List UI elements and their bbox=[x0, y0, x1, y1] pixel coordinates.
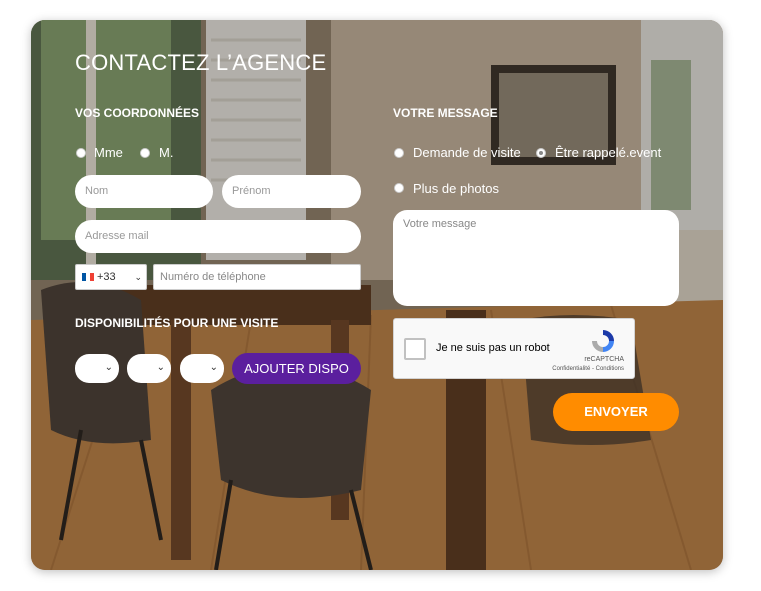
chevron-down-icon: ⌄ bbox=[209, 362, 218, 373]
nom-input[interactable]: Nom bbox=[75, 175, 213, 208]
radio-more-photos-label: Plus de photos bbox=[413, 181, 500, 196]
email-input[interactable]: Adresse mail bbox=[75, 220, 361, 253]
message-heading: VOTRE MESSAGE bbox=[393, 106, 498, 120]
contact-card: CONTACTEZ L’AGENCE VOS COORDONNÉES Mme M… bbox=[31, 20, 723, 570]
radio-callback-label: Être rappelé.event bbox=[555, 145, 662, 160]
flag-france-icon bbox=[82, 273, 94, 282]
radio-visit-request-label: Demande de visite bbox=[413, 145, 521, 160]
radio-callback[interactable] bbox=[536, 148, 546, 158]
prenom-input[interactable]: Prénom bbox=[222, 175, 361, 208]
recaptcha-label: Je ne suis pas un robot bbox=[436, 342, 550, 354]
availability-heading: DISPONIBILITÉS POUR UNE VISITE bbox=[75, 316, 279, 330]
radio-more-photos[interactable] bbox=[394, 183, 404, 193]
radio-m-label: M. bbox=[159, 145, 174, 160]
chevron-down-icon: ⌄ bbox=[134, 272, 142, 282]
phone-country-code: +33 bbox=[97, 271, 116, 283]
add-availability-button[interactable]: AJOUTER DISPO bbox=[232, 353, 361, 384]
coords-heading: VOS COORDONNÉES bbox=[75, 106, 200, 120]
chevron-down-icon: ⌄ bbox=[156, 362, 165, 373]
page-title: CONTACTEZ L’AGENCE bbox=[75, 50, 327, 75]
radio-m[interactable] bbox=[140, 148, 150, 158]
recaptcha-brand: reCAPTCHA bbox=[584, 356, 624, 363]
message-textarea[interactable]: Votre message bbox=[393, 210, 679, 306]
phone-input[interactable]: Numéro de téléphone bbox=[153, 264, 361, 290]
recaptcha-checkbox[interactable] bbox=[404, 338, 426, 360]
submit-button[interactable]: ENVOYER bbox=[553, 393, 679, 431]
chevron-down-icon: ⌄ bbox=[104, 362, 113, 373]
availability-day-select[interactable]: ⌄ bbox=[75, 354, 119, 383]
radio-mme-label: Mme bbox=[94, 145, 123, 160]
recaptcha-links[interactable]: Confidentialité - Conditions bbox=[552, 366, 624, 372]
recaptcha-widget: Je ne suis pas un robot reCAPTCHA Confid… bbox=[393, 318, 635, 379]
availability-month-select[interactable]: ⌄ bbox=[127, 354, 171, 383]
availability-time-select[interactable]: ⌄ bbox=[180, 354, 224, 383]
phone-country-select[interactable]: +33 ⌄ bbox=[75, 264, 147, 290]
radio-visit-request[interactable] bbox=[394, 148, 404, 158]
radio-mme[interactable] bbox=[76, 148, 86, 158]
